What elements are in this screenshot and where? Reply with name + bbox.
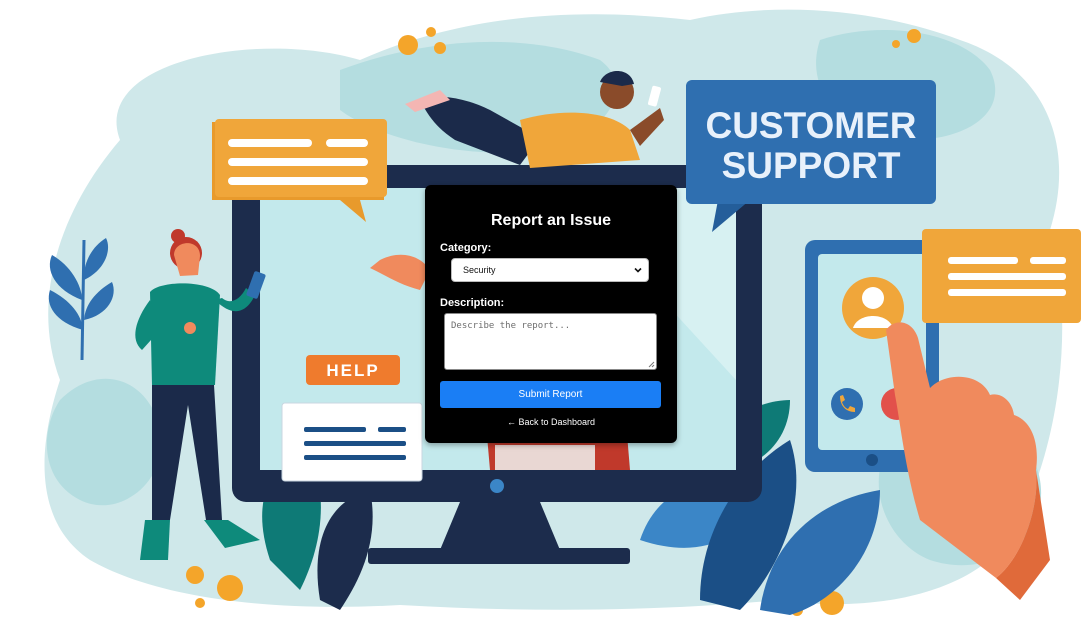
description-textarea[interactable] — [444, 313, 657, 370]
category-select[interactable]: Security — [451, 258, 649, 282]
report-issue-form: Report an Issue Category: Security Descr… — [425, 185, 677, 443]
resize-grip-icon[interactable] — [647, 360, 655, 368]
help-sign: HELP — [306, 355, 400, 385]
category-selected-value: Security — [463, 265, 496, 275]
svg-text:SUPPORT: SUPPORT — [722, 145, 901, 186]
phone-icon — [831, 388, 863, 420]
svg-text:HELP: HELP — [326, 361, 379, 380]
form-title: Report an Issue — [490, 212, 612, 229]
chevron-down-icon — [634, 267, 642, 273]
submit-report-button[interactable]: Submit Report — [440, 381, 661, 408]
svg-text:CUSTOMER: CUSTOMER — [705, 105, 916, 146]
description-label: Description: — [440, 297, 505, 309]
back-to-dashboard-link[interactable]: ← Back to Dashboard — [425, 417, 677, 427]
category-label: Category: — [440, 242, 492, 254]
